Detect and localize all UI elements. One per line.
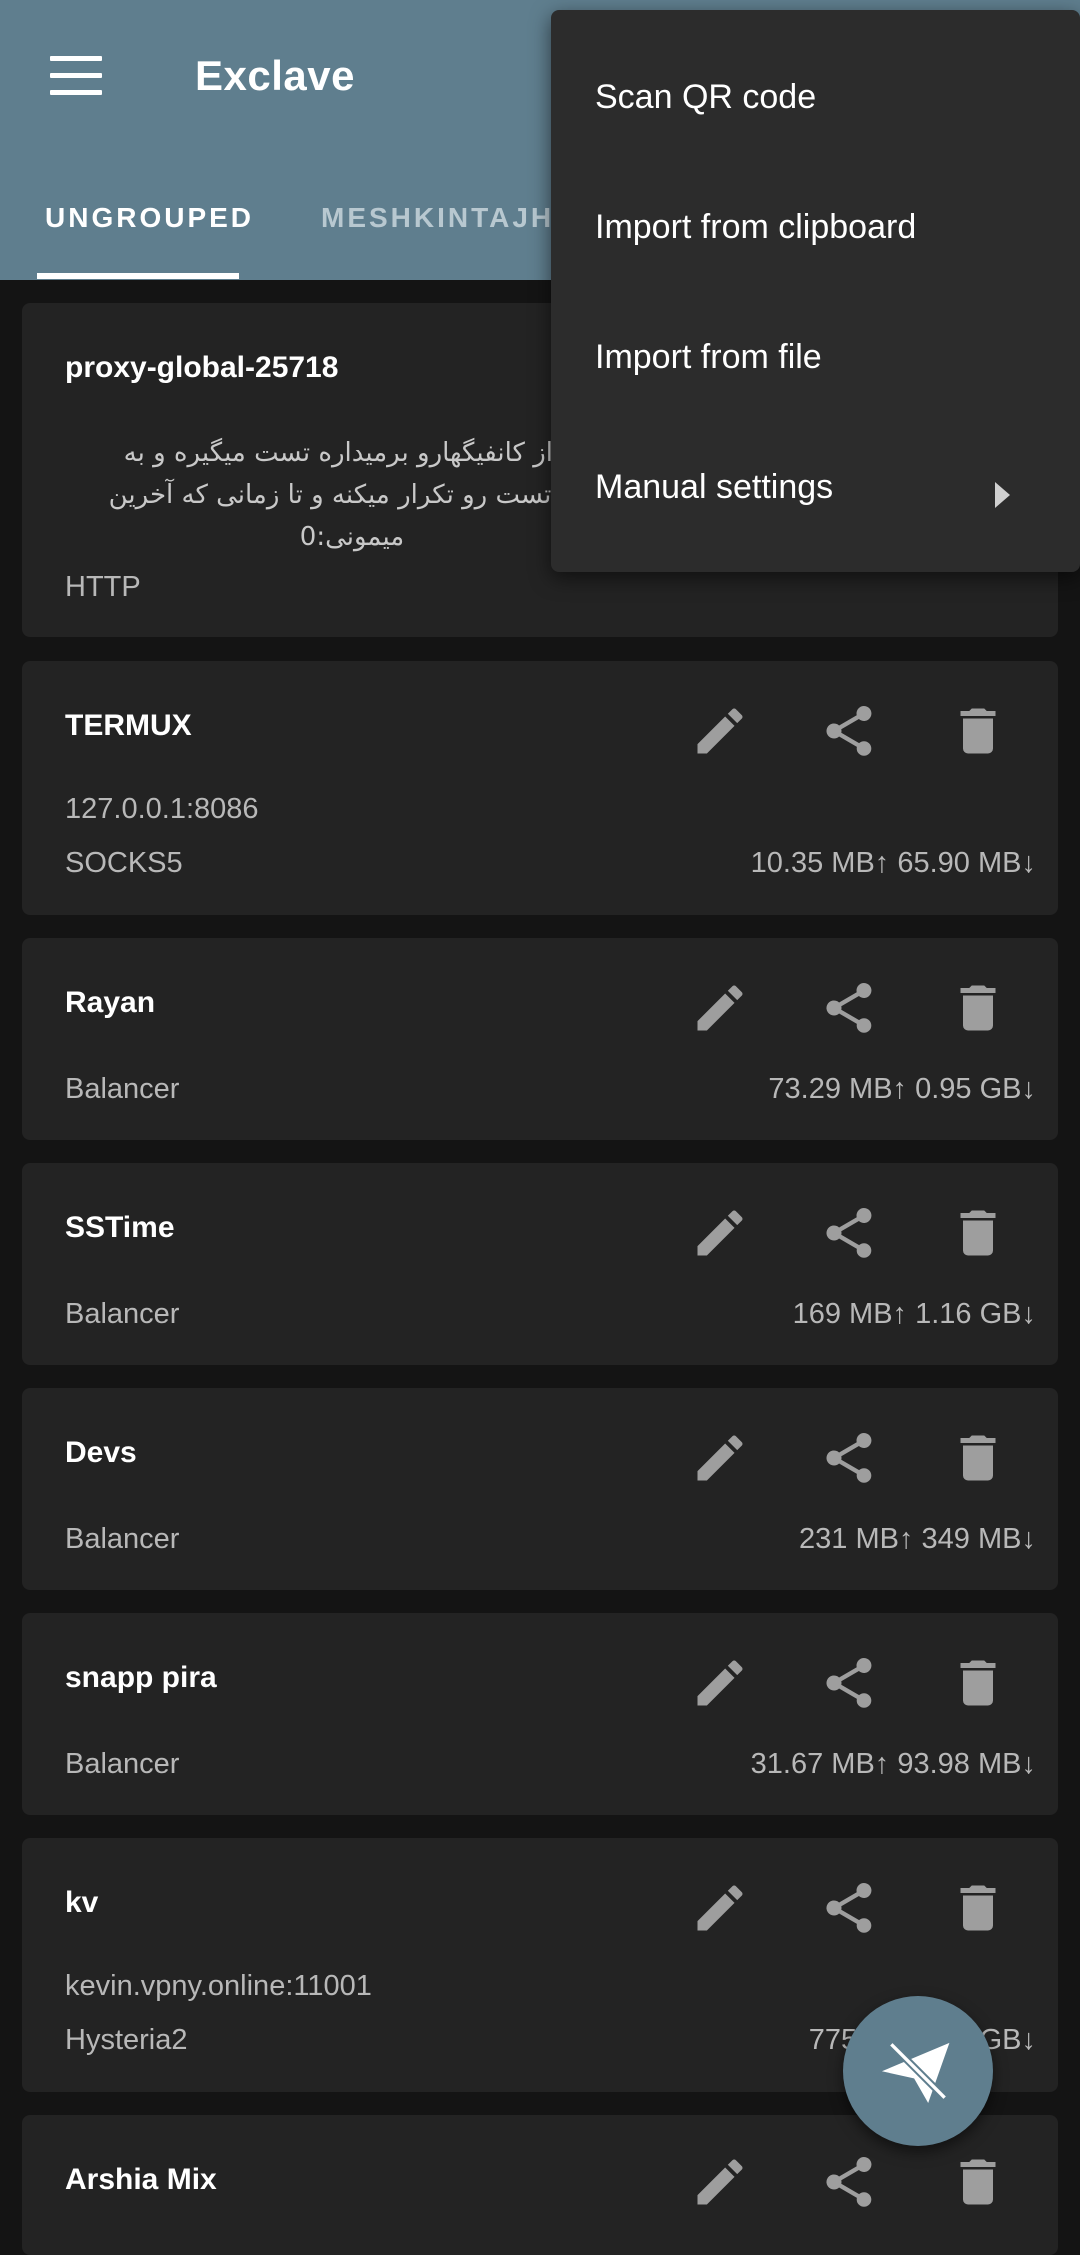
- traffic-stats: 31.67 MB↑ 93.98 MB↓: [750, 1748, 1036, 1780]
- edit-icon[interactable]: [690, 1428, 750, 1488]
- profile-actions: [678, 701, 1018, 761]
- profile-actions: [678, 1203, 1018, 1263]
- traffic-stats: 10.35 MB↑ 65.90 MB↓: [750, 847, 1036, 879]
- share-icon[interactable]: [819, 2152, 879, 2212]
- share-icon[interactable]: [819, 1878, 879, 1938]
- profile-description-line: سه تست رو تکرار میکنه و تا زمانی که آخری…: [108, 480, 596, 510]
- menu-item-scan-qr[interactable]: Scan QR code: [595, 78, 816, 117]
- share-icon[interactable]: [819, 1653, 879, 1713]
- profile-card[interactable]: snapp pira Balancer 31.67 MB↑ 93.98 MB↓: [22, 1613, 1058, 1815]
- traffic-stats: 231 MB↑ 349 MB↓: [799, 1523, 1036, 1555]
- profile-name: kv: [65, 1886, 99, 1919]
- profile-description-line: ن از کانفیگهارو برمیداره تست میگیره و به: [123, 438, 581, 468]
- share-icon[interactable]: [819, 978, 879, 1038]
- edit-icon[interactable]: [690, 2152, 750, 2212]
- menu-item-import-clipboard[interactable]: Import from clipboard: [595, 208, 916, 247]
- menu-item-manual-settings[interactable]: Manual settings: [595, 468, 833, 507]
- profile-type: Balancer: [65, 1073, 180, 1105]
- profile-card[interactable]: TERMUX 127.0.0.1:8086 SOCKS5 10.35 MB↑ 6…: [22, 661, 1058, 915]
- traffic-stats: 169 MB↑ 1.16 GB↓: [792, 1298, 1036, 1330]
- delete-icon[interactable]: [948, 978, 1008, 1038]
- profile-actions: [678, 1428, 1018, 1488]
- delete-icon[interactable]: [948, 1653, 1008, 1713]
- edit-icon[interactable]: [690, 1653, 750, 1713]
- profile-type: HTTP: [65, 571, 141, 603]
- edit-icon[interactable]: [690, 978, 750, 1038]
- profile-type: Hysteria2: [65, 2024, 188, 2056]
- profile-actions: [678, 978, 1018, 1038]
- paper-plane-icon: [881, 2038, 951, 2104]
- profile-actions: [678, 2152, 1018, 2212]
- profile-type: Balancer: [65, 1298, 180, 1330]
- profile-card[interactable]: Rayan Balancer 73.29 MB↑ 0.95 GB↓: [22, 938, 1058, 1140]
- profile-card[interactable]: Devs Balancer 231 MB↑ 349 MB↓: [22, 1388, 1058, 1590]
- delete-icon[interactable]: [948, 1878, 1008, 1938]
- active-tab-indicator: [37, 273, 239, 279]
- app-title: Exclave: [195, 52, 355, 99]
- profile-card[interactable]: SSTime Balancer 169 MB↑ 1.16 GB↓: [22, 1163, 1058, 1365]
- profile-name: proxy-global-25718: [65, 351, 339, 384]
- traffic-stats: 73.29 MB↑ 0.95 GB↓: [768, 1073, 1036, 1105]
- tab-meshkintajh[interactable]: MESHKINTAJH: [321, 202, 554, 234]
- profile-actions: [678, 1878, 1018, 1938]
- chevron-right-icon: [995, 482, 1010, 508]
- connect-fab[interactable]: [843, 1996, 993, 2146]
- add-profile-menu: Scan QR code Import from clipboard Impor…: [551, 10, 1080, 572]
- profile-actions: [678, 1653, 1018, 1713]
- tab-ungrouped[interactable]: UNGROUPED: [45, 202, 254, 234]
- share-icon[interactable]: [819, 701, 879, 761]
- delete-icon[interactable]: [948, 701, 1008, 761]
- profile-description-line: میمونی:0: [299, 522, 405, 552]
- edit-icon[interactable]: [690, 701, 750, 761]
- delete-icon[interactable]: [948, 1428, 1008, 1488]
- profile-address: kevin.vpny.online:11001: [65, 1970, 372, 2002]
- profile-name: Rayan: [65, 986, 156, 1019]
- share-icon[interactable]: [819, 1203, 879, 1263]
- profile-type: Balancer: [65, 1523, 180, 1555]
- profile-name: Arshia Mix: [65, 2163, 217, 2196]
- edit-icon[interactable]: [690, 1203, 750, 1263]
- share-icon[interactable]: [819, 1428, 879, 1488]
- delete-icon[interactable]: [948, 1203, 1008, 1263]
- edit-icon[interactable]: [690, 1878, 750, 1938]
- profile-name: Devs: [65, 1436, 137, 1469]
- profile-description: ن از کانفیگهارو برمیداره تست میگیره و به…: [92, 432, 612, 558]
- profile-address: 127.0.0.1:8086: [65, 793, 259, 825]
- profile-name: snapp pira: [65, 1661, 217, 1694]
- hamburger-menu-icon[interactable]: [50, 56, 102, 96]
- profile-type: SOCKS5: [65, 847, 183, 879]
- delete-icon[interactable]: [948, 2152, 1008, 2212]
- profile-type: Balancer: [65, 1748, 180, 1780]
- profile-name: TERMUX: [65, 709, 192, 742]
- menu-item-import-file[interactable]: Import from file: [595, 338, 822, 377]
- profile-name: SSTime: [65, 1211, 175, 1244]
